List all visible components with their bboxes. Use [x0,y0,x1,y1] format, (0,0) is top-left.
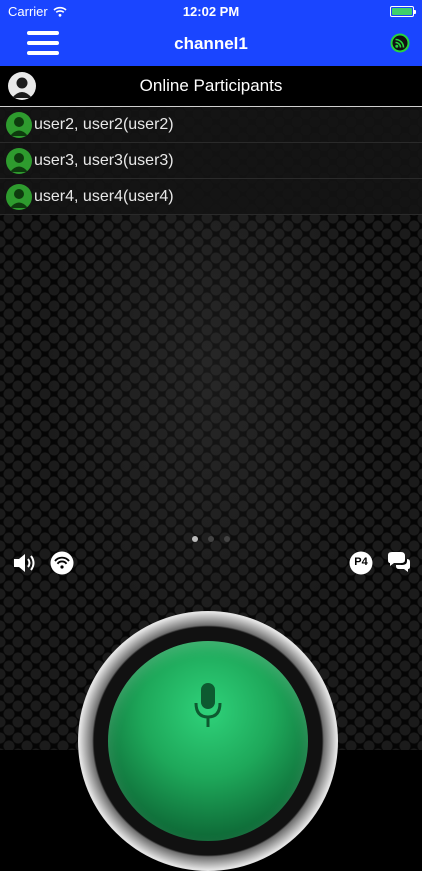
list-item[interactable]: user2, user2(user2) [0,107,422,143]
push-to-talk-button[interactable] [108,641,308,841]
speaker-icon [14,554,35,572]
channel-title: channel1 [174,34,248,53]
wifi-icon [53,6,67,17]
signal-icon [390,33,410,53]
participants-header: Online Participants [0,66,422,107]
signal-button[interactable] [390,33,410,53]
menu-button[interactable] [27,31,59,55]
user-avatar-icon [6,183,32,210]
wifi-button[interactable] [49,550,75,576]
p4-button[interactable]: P4 [348,550,374,576]
page-dot[interactable] [224,536,230,542]
hamburger-icon [27,31,59,55]
participant-name: user4, user4(user4) [34,187,174,205]
p4-label: P4 [354,556,368,568]
participants-list: user2, user2(user2) user3, user3(user3) … [0,107,422,215]
user-avatar-icon [6,111,32,138]
status-left: Carrier [8,4,67,19]
nav-bar: channel1 [0,22,422,66]
main-panel: Online Participants user2, user2(user2) … [0,66,422,871]
wifi-circle-icon [50,551,74,575]
participants-title: Online Participants [139,76,283,95]
speaker-button[interactable] [12,550,38,576]
carrier-label: Carrier [8,3,48,19]
user-avatar-icon [6,147,32,174]
chat-button[interactable] [386,550,412,576]
status-bar: Carrier 12:02 PM [0,0,422,22]
list-item[interactable]: user3, user3(user3) [0,143,422,179]
page-dot[interactable] [208,536,214,542]
participant-name: user3, user3(user3) [34,151,174,169]
chat-icon [388,552,410,572]
list-item[interactable]: user4, user4(user4) [0,179,422,215]
participant-name: user2, user2(user2) [34,115,174,133]
avatar[interactable] [8,72,36,100]
battery-icon [390,5,416,17]
page-dot[interactable] [192,536,198,542]
person-icon [12,77,32,98]
page-indicator[interactable] [0,536,422,542]
microphone-icon [194,683,222,727]
